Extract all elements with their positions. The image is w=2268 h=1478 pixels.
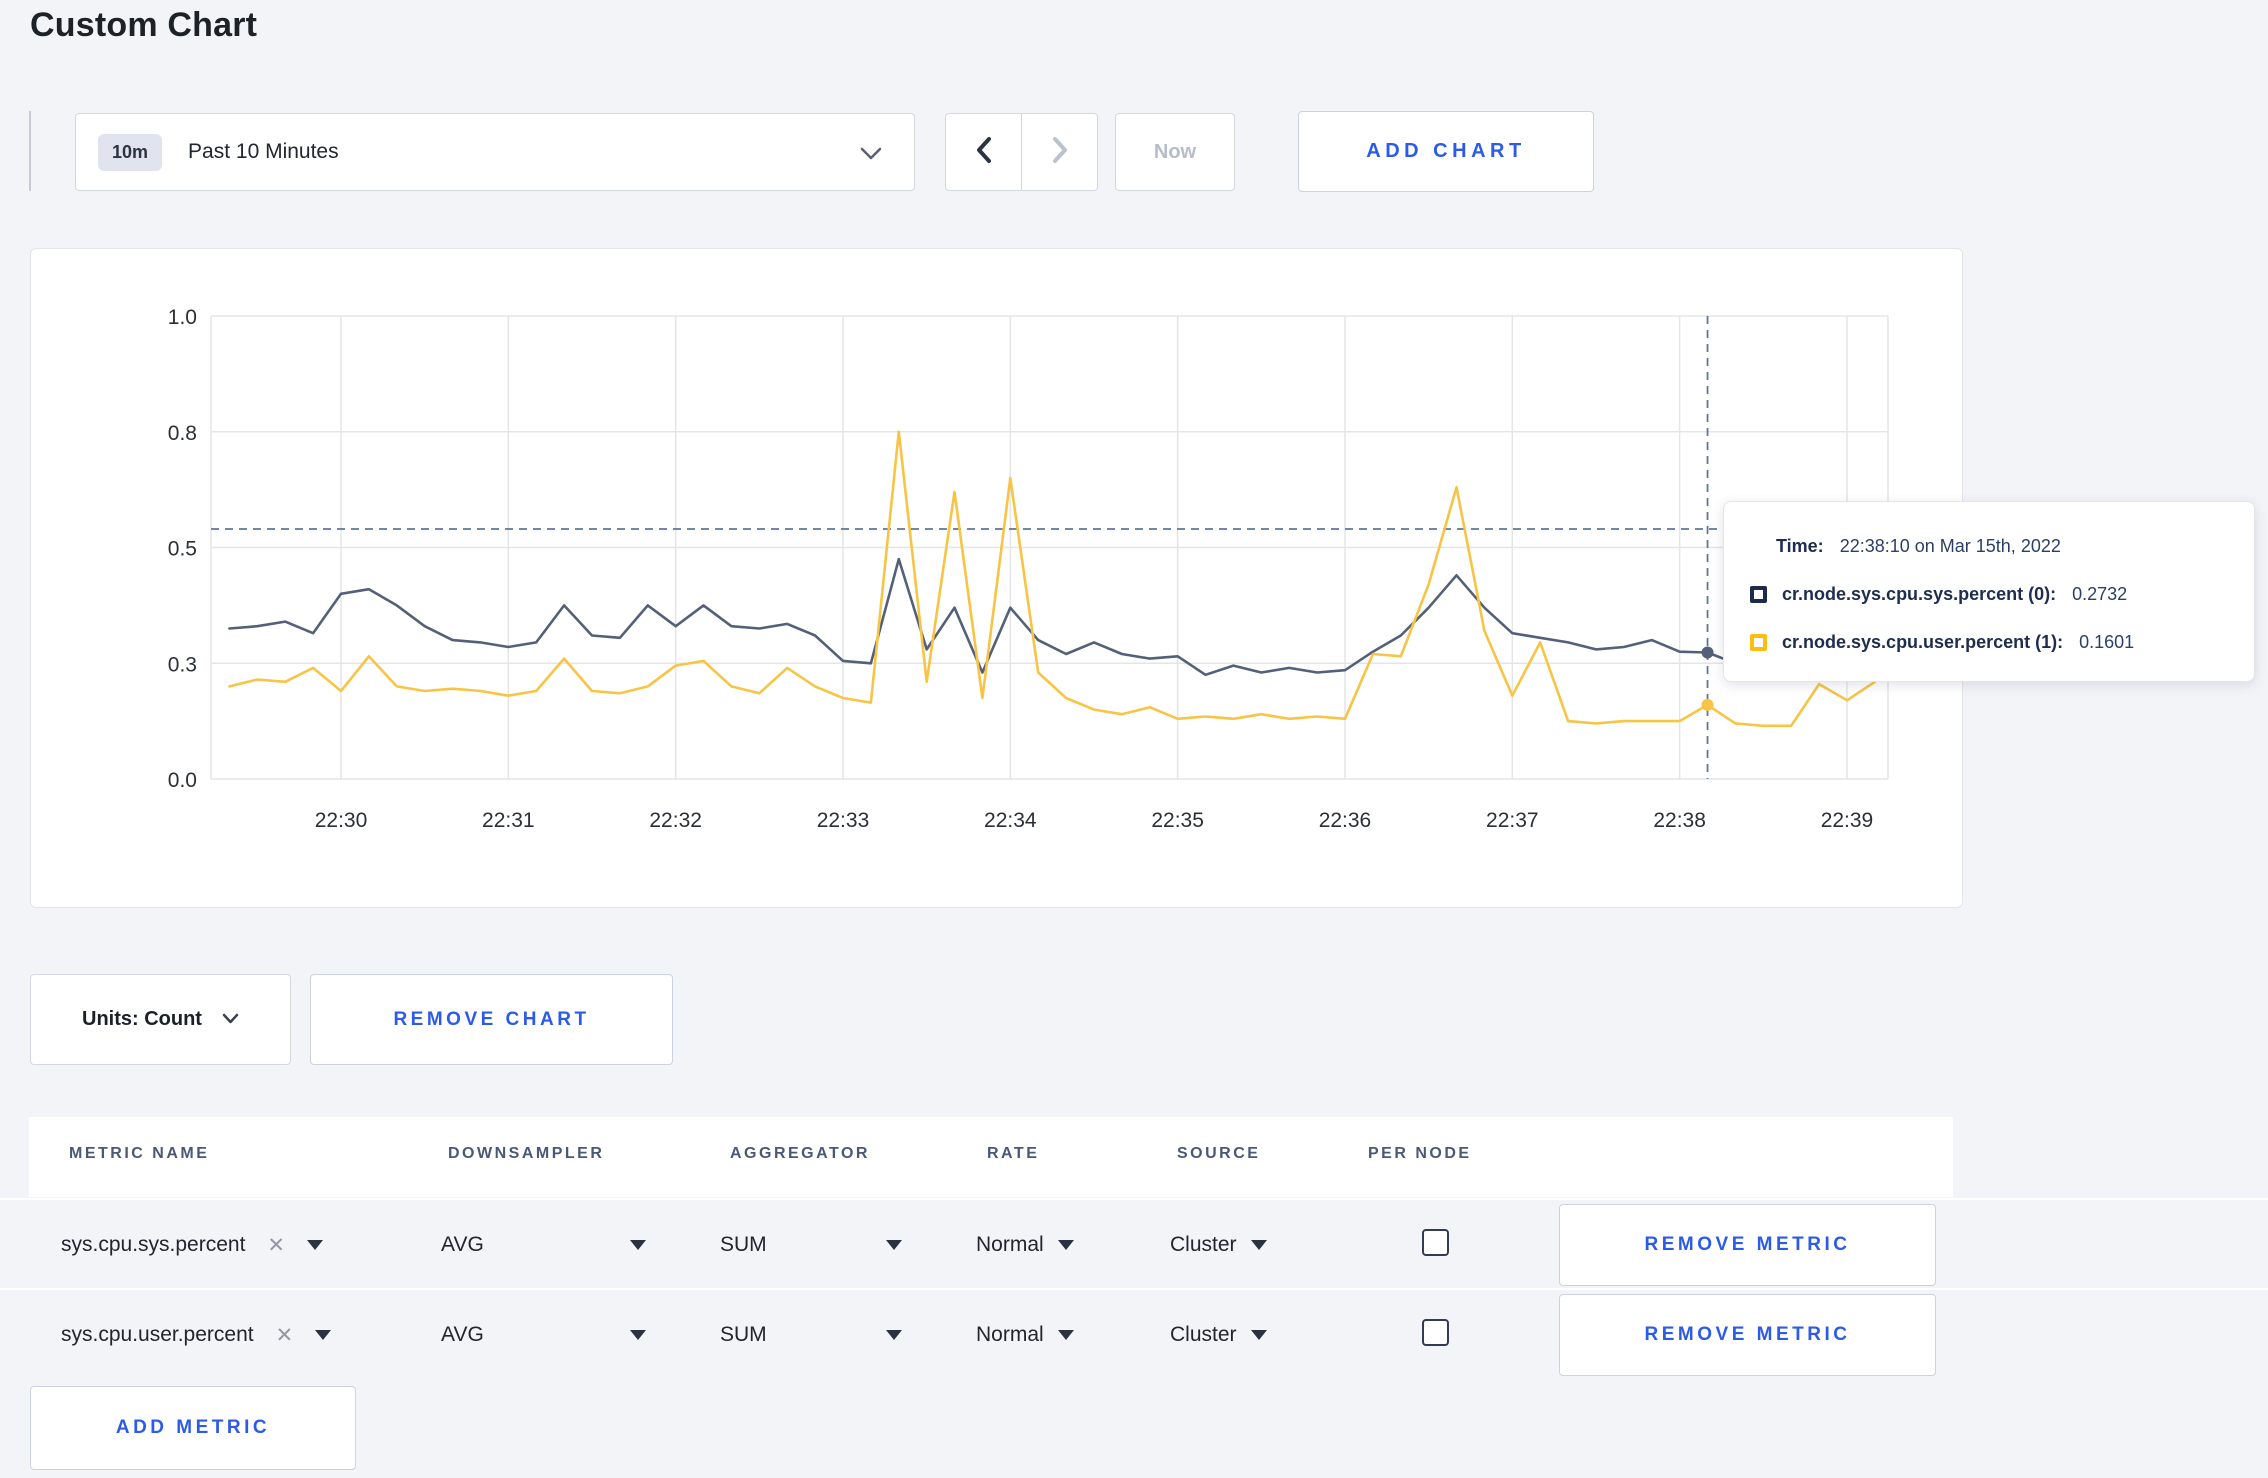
- rate-select[interactable]: Normal: [976, 1200, 1074, 1290]
- source-value: Cluster: [1170, 1323, 1237, 1346]
- chart-tooltip: Time: 22:38:10 on Mar 15th, 2022 cr.node…: [1723, 501, 2255, 682]
- tooltip-series-value: 0.2732: [2072, 583, 2128, 604]
- series-swatch-user-icon: [1750, 633, 1767, 651]
- caret-down-icon: [1057, 1330, 1074, 1340]
- tooltip-series-value: 0.1601: [2079, 631, 2135, 652]
- svg-text:0.5: 0.5: [168, 538, 197, 561]
- metric-name-dropdown[interactable]: sys.cpu.sys.percent ✕: [61, 1200, 324, 1290]
- metric-name-value: sys.cpu.sys.percent: [61, 1233, 246, 1256]
- remove-metric-button[interactable]: REMOVE METRIC: [1559, 1204, 1936, 1286]
- per-node-checkbox[interactable]: [1422, 1229, 1449, 1256]
- add-metric-button[interactable]: ADD METRIC: [30, 1386, 356, 1470]
- svg-text:1.0: 1.0: [168, 306, 197, 329]
- units-label: Units: Count: [82, 1008, 202, 1030]
- rate-select[interactable]: Normal: [976, 1290, 1074, 1380]
- caret-down-icon[interactable]: [886, 1290, 902, 1380]
- caret-down-icon[interactable]: [886, 1200, 902, 1290]
- metrics-table-header: METRIC NAME DOWNSAMPLER AGGREGATOR RATE …: [29, 1117, 1953, 1197]
- svg-text:22:31: 22:31: [482, 809, 535, 832]
- source-value: Cluster: [1170, 1233, 1237, 1256]
- metric-name-value: sys.cpu.user.percent: [61, 1323, 254, 1346]
- add-chart-button[interactable]: ADD CHART: [1298, 111, 1594, 192]
- tooltip-series-name: cr.node.sys.cpu.sys.percent (0):: [1782, 583, 2057, 604]
- svg-text:22:30: 22:30: [315, 809, 368, 832]
- downsampler-select[interactable]: AVG: [441, 1290, 484, 1380]
- prev-range-button[interactable]: [946, 114, 1022, 190]
- svg-text:22:33: 22:33: [817, 809, 870, 832]
- column-header-aggregator: AGGREGATOR: [730, 1145, 870, 1162]
- column-header-source: SOURCE: [1177, 1145, 1261, 1162]
- svg-text:0.3: 0.3: [168, 653, 197, 676]
- rate-value: Normal: [976, 1323, 1044, 1346]
- svg-text:22:37: 22:37: [1486, 809, 1539, 832]
- metric-name-dropdown[interactable]: sys.cpu.user.percent ✕: [61, 1290, 332, 1380]
- series-swatch-sys-icon: [1750, 585, 1767, 603]
- caret-down-icon: [1250, 1330, 1267, 1340]
- svg-text:0.0: 0.0: [168, 769, 197, 792]
- chart-canvas[interactable]: 0.0 0.3 0.5 0.8 1.0 22:30 22:31 22:32 22:33 22:34…: [31, 249, 1961, 906]
- caret-down-icon[interactable]: [630, 1200, 646, 1290]
- table-row: sys.cpu.user.percent ✕ AVG SUM Normal Cl…: [0, 1288, 2268, 1380]
- clear-metric-icon[interactable]: ✕: [276, 1323, 294, 1348]
- svg-text:22:38: 22:38: [1653, 809, 1706, 832]
- svg-text:0.8: 0.8: [168, 422, 197, 445]
- tooltip-series-row: cr.node.sys.cpu.user.percent (1): 0.1601: [1750, 623, 2230, 661]
- aggregator-select[interactable]: SUM: [720, 1200, 767, 1290]
- caret-down-icon[interactable]: [315, 1330, 332, 1340]
- chevron-left-icon: [976, 136, 992, 169]
- chevron-down-icon: [222, 1011, 239, 1029]
- time-nav-group: [945, 113, 1098, 191]
- units-dropdown[interactable]: Units: Count: [30, 974, 291, 1065]
- caret-down-icon[interactable]: [307, 1240, 324, 1250]
- clear-metric-icon[interactable]: ✕: [267, 1233, 285, 1258]
- tooltip-time-label: Time:: [1776, 535, 1824, 556]
- caret-down-icon: [1250, 1240, 1267, 1250]
- rate-value: Normal: [976, 1233, 1044, 1256]
- page-title: Custom Chart: [30, 6, 258, 44]
- tooltip-series-name: cr.node.sys.cpu.user.percent (1):: [1782, 631, 2064, 652]
- column-header-metric-name: METRIC NAME: [69, 1145, 210, 1162]
- time-range-dropdown[interactable]: 10m Past 10 Minutes: [75, 113, 915, 191]
- now-button[interactable]: Now: [1115, 113, 1235, 191]
- chevron-right-icon: [1052, 136, 1068, 169]
- next-range-button[interactable]: [1022, 114, 1097, 190]
- svg-text:22:39: 22:39: [1821, 809, 1874, 832]
- remove-metric-button[interactable]: REMOVE METRIC: [1559, 1294, 1936, 1376]
- svg-text:22:34: 22:34: [984, 809, 1037, 832]
- svg-text:22:32: 22:32: [649, 809, 702, 832]
- column-header-rate: RATE: [987, 1145, 1040, 1162]
- chevron-down-icon: [860, 147, 882, 165]
- svg-text:22:35: 22:35: [1151, 809, 1204, 832]
- chart-card: 0.0 0.3 0.5 0.8 1.0 22:30 22:31 22:32 22:33 22:34…: [30, 248, 1963, 908]
- time-range-label: Past 10 Minutes: [188, 140, 339, 163]
- remove-chart-button[interactable]: REMOVE CHART: [310, 974, 673, 1065]
- svg-text:22:36: 22:36: [1319, 809, 1372, 832]
- source-select[interactable]: Cluster: [1170, 1290, 1267, 1380]
- tooltip-time-value: 22:38:10 on Mar 15th, 2022: [1839, 535, 2061, 556]
- caret-down-icon[interactable]: [630, 1290, 646, 1380]
- column-header-downsampler: DOWNSAMPLER: [448, 1145, 605, 1162]
- source-select[interactable]: Cluster: [1170, 1200, 1267, 1290]
- table-row: sys.cpu.sys.percent ✕ AVG SUM Normal Clu…: [0, 1198, 2268, 1290]
- column-header-per-node: PER NODE: [1368, 1145, 1472, 1162]
- tooltip-time-row: Time: 22:38:10 on Mar 15th, 2022: [1750, 527, 2230, 565]
- caret-down-icon: [1057, 1240, 1074, 1250]
- aggregator-select[interactable]: SUM: [720, 1290, 767, 1380]
- downsampler-select[interactable]: AVG: [441, 1200, 484, 1290]
- per-node-checkbox[interactable]: [1422, 1319, 1449, 1346]
- toolbar-divider: [29, 111, 31, 191]
- time-range-badge: 10m: [98, 133, 163, 171]
- tooltip-series-row: cr.node.sys.cpu.sys.percent (0): 0.2732: [1750, 575, 2230, 613]
